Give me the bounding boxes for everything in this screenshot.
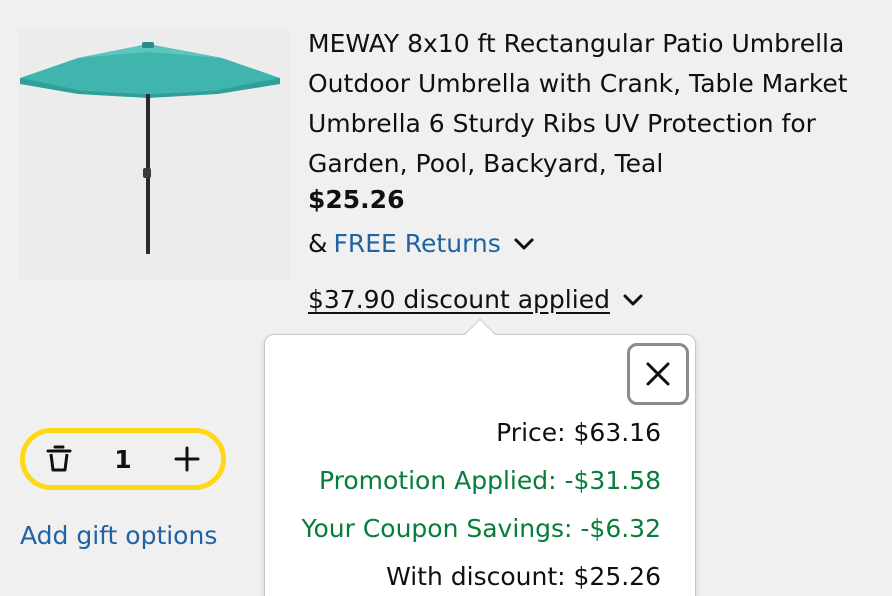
returns-row: & FREE Returns: [308, 224, 535, 264]
free-returns-link[interactable]: FREE Returns: [334, 224, 501, 264]
quantity-stepper: 1: [20, 428, 226, 490]
close-button[interactable]: [627, 343, 689, 405]
close-icon[interactable]: [645, 361, 671, 387]
plus-icon[interactable]: [173, 445, 201, 473]
promotion-line: Promotion Applied: -$31.58: [319, 466, 661, 495]
trash-icon[interactable]: [45, 445, 73, 473]
quantity-value: 1: [114, 444, 132, 474]
cart-item-card: MEWAY 8x10 ft Rectangular Patio Umbrella…: [0, 0, 892, 596]
price-breakdown: Price: $63.16 Promotion Applied: -$31.58…: [302, 409, 662, 596]
discount-applied-toggle[interactable]: $37.90 discount applied: [308, 280, 644, 320]
chevron-down-icon[interactable]: [513, 236, 535, 252]
umbrella-icon: [20, 42, 280, 254]
price-line: Price: $63.16: [496, 418, 661, 447]
product-image[interactable]: [18, 28, 290, 280]
coupon-line: Your Coupon Savings: -$6.32: [301, 514, 662, 543]
discount-applied-text[interactable]: $37.90 discount applied: [308, 280, 610, 320]
add-gift-options-link[interactable]: Add gift options: [20, 516, 217, 556]
chevron-down-icon[interactable]: [622, 292, 644, 308]
product-price: $25.26: [308, 185, 405, 214]
discount-breakdown-popover: Price: $63.16 Promotion Applied: -$31.58…: [264, 318, 696, 596]
final-price-line: With discount: $25.26: [386, 562, 661, 591]
popover-caret: [464, 318, 496, 350]
product-title[interactable]: MEWAY 8x10 ft Rectangular Patio Umbrella…: [308, 24, 878, 184]
returns-prefix: &: [308, 229, 328, 258]
